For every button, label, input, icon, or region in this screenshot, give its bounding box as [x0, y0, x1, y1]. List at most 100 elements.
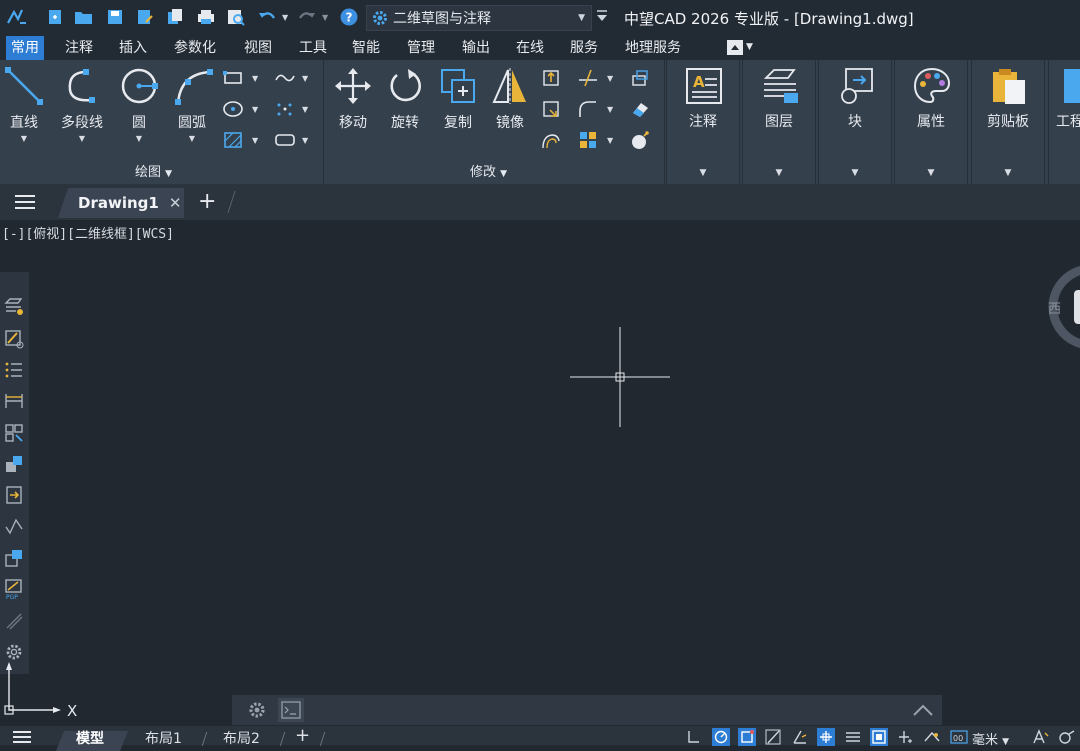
chevron-down-icon[interactable]: ▼ [607, 105, 613, 114]
publish-icon[interactable] [164, 6, 186, 28]
menu-item-insert[interactable]: 插入 [119, 38, 147, 58]
hatch-icon[interactable] [220, 128, 246, 152]
measure-icon[interactable] [3, 516, 25, 538]
app-logo-icon[interactable] [6, 6, 28, 28]
draw-panel-title[interactable]: 绘图 ▼ [135, 161, 172, 180]
menu-item-output[interactable]: 输出 [462, 38, 490, 58]
trim-icon[interactable] [575, 66, 601, 90]
arc-button[interactable]: 圆弧 ▼ [164, 64, 220, 148]
menu-item-home[interactable]: 常用 [6, 36, 44, 60]
help-icon[interactable]: ? [338, 6, 360, 28]
coordinates-icon[interactable] [684, 728, 702, 746]
menu-item-geo-services[interactable]: 地理服务 [625, 38, 681, 58]
chevron-down-icon[interactable]: ▼ [302, 105, 308, 114]
undo-icon[interactable] [256, 6, 278, 28]
redo-dropdown-arrow[interactable]: ▼ [322, 13, 328, 22]
annotation-scale-icon[interactable] [1032, 728, 1050, 746]
explode-icon[interactable] [627, 128, 653, 152]
open-folder-icon[interactable] [73, 6, 95, 28]
circle-button[interactable]: 圆 ▼ [111, 64, 167, 148]
pdf-import-icon[interactable]: PGP [3, 578, 25, 600]
erase-icon[interactable] [627, 97, 653, 121]
dynamic-input-icon[interactable] [712, 728, 730, 746]
tab-drawing1[interactable]: Drawing1 ✕ [58, 188, 184, 218]
print-icon[interactable] [195, 6, 217, 28]
layer-properties-icon[interactable] [3, 296, 25, 318]
point-icon[interactable] [272, 97, 298, 121]
menu-item-smart[interactable]: 智能 [352, 38, 380, 58]
chevron-down-icon[interactable]: ▼ [252, 136, 258, 145]
close-icon[interactable]: ✕ [169, 194, 182, 212]
match-properties-icon[interactable] [3, 328, 25, 350]
chevron-down-icon[interactable]: ▼ [252, 105, 258, 114]
line-button[interactable]: 直线 ▼ [0, 64, 52, 148]
offset-icon[interactable] [538, 128, 564, 152]
selection-cycling-icon[interactable] [870, 728, 888, 746]
new-tab-button[interactable]: + [198, 189, 216, 214]
print-preview-icon[interactable] [225, 6, 247, 28]
command-settings-gear-icon[interactable] [247, 700, 267, 724]
list-icon[interactable] [3, 359, 25, 381]
scale-icon[interactable] [538, 97, 564, 121]
command-prompt-icon[interactable] [278, 698, 304, 722]
group-icon[interactable] [575, 128, 601, 152]
chevron-down-icon[interactable]: ▼ [607, 74, 613, 83]
transparency-icon[interactable] [923, 728, 941, 746]
viewport-controls[interactable]: [-][俯视][二维线框][WCS] [2, 223, 174, 242]
rectangle-icon[interactable] [220, 66, 246, 90]
new-file-icon[interactable] [44, 6, 66, 28]
polyline-button[interactable]: 多段线 ▼ [54, 64, 110, 148]
ribbon-minimize-button[interactable] [727, 40, 743, 55]
array-icon[interactable] [627, 66, 653, 90]
menu-item-tools[interactable]: 工具 [299, 38, 327, 58]
ortho-mode-icon[interactable] [764, 728, 782, 746]
workspace-switch-icon[interactable] [1058, 728, 1076, 746]
tab-layout2[interactable]: 布局2 [223, 729, 260, 749]
block-panel[interactable]: 块 ▼ [818, 60, 892, 184]
workspace-select[interactable]: 二维草图与注释 ▼ [366, 5, 592, 31]
chevron-down-icon[interactable]: ▼ [302, 74, 308, 83]
chevron-down-icon[interactable]: ▼ [252, 74, 258, 83]
clipboard-panel[interactable]: 剪贴板 ▼ [971, 60, 1045, 184]
drawing-canvas[interactable]: [-][俯视][二维线框][WCS] 西 PGP X [0, 220, 1080, 720]
menu-item-online[interactable]: 在线 [516, 38, 544, 58]
undo-dropdown-arrow[interactable]: ▼ [282, 13, 288, 22]
engineering-panel[interactable]: 工程 [1048, 60, 1080, 184]
menu-item-annotate[interactable]: 注释 [65, 38, 93, 58]
mirror-button[interactable]: 镜像 [482, 64, 538, 148]
save-as-icon[interactable] [134, 6, 156, 28]
fillet-icon[interactable] [575, 97, 601, 121]
stretch-icon[interactable] [538, 66, 564, 90]
layout-menu-icon[interactable] [12, 729, 32, 748]
snap-mode-icon[interactable] [738, 728, 756, 746]
lineweight-icon[interactable] [844, 728, 862, 746]
rotate-button[interactable]: 旋转 [377, 64, 433, 148]
object-snap-icon[interactable] [817, 728, 835, 746]
copy-button[interactable]: 复制 [430, 64, 486, 148]
layers-panel[interactable]: 图层 ▼ [742, 60, 816, 184]
unit-select[interactable]: 毫米 ▼ [972, 729, 1009, 748]
tab-layout1[interactable]: 布局1 [145, 729, 182, 749]
new-layout-button[interactable]: + [295, 726, 310, 746]
menu-item-view[interactable]: 视图 [244, 38, 272, 58]
ribbon-options-arrow[interactable]: ▼ [746, 42, 753, 52]
save-icon[interactable] [104, 6, 126, 28]
scale-annotation-icon[interactable]: 00 [950, 728, 968, 746]
tab-model[interactable]: 模型 [76, 729, 104, 749]
command-history-expand-icon[interactable] [912, 702, 934, 722]
region-icon[interactable] [272, 128, 298, 152]
properties-panel[interactable]: 属性 ▼ [894, 60, 968, 184]
move-button[interactable]: 移动 [325, 64, 381, 148]
annotation-panel[interactable]: A 注释 ▼ [666, 60, 740, 184]
polar-tracking-icon[interactable] [791, 728, 809, 746]
menu-item-manage[interactable]: 管理 [407, 38, 435, 58]
customize-toolbar-icon[interactable] [596, 8, 608, 27]
chevron-down-icon[interactable]: ▼ [302, 136, 308, 145]
quick-select-icon[interactable] [3, 422, 25, 444]
menu-item-services[interactable]: 服务 [570, 38, 598, 58]
dynamic-ucs-icon[interactable] [897, 728, 915, 746]
view-cube[interactable]: 西 [1046, 262, 1080, 352]
redo-icon[interactable] [296, 6, 318, 28]
menu-item-parametric[interactable]: 参数化 [174, 38, 216, 58]
chevron-down-icon[interactable]: ▼ [607, 136, 613, 145]
